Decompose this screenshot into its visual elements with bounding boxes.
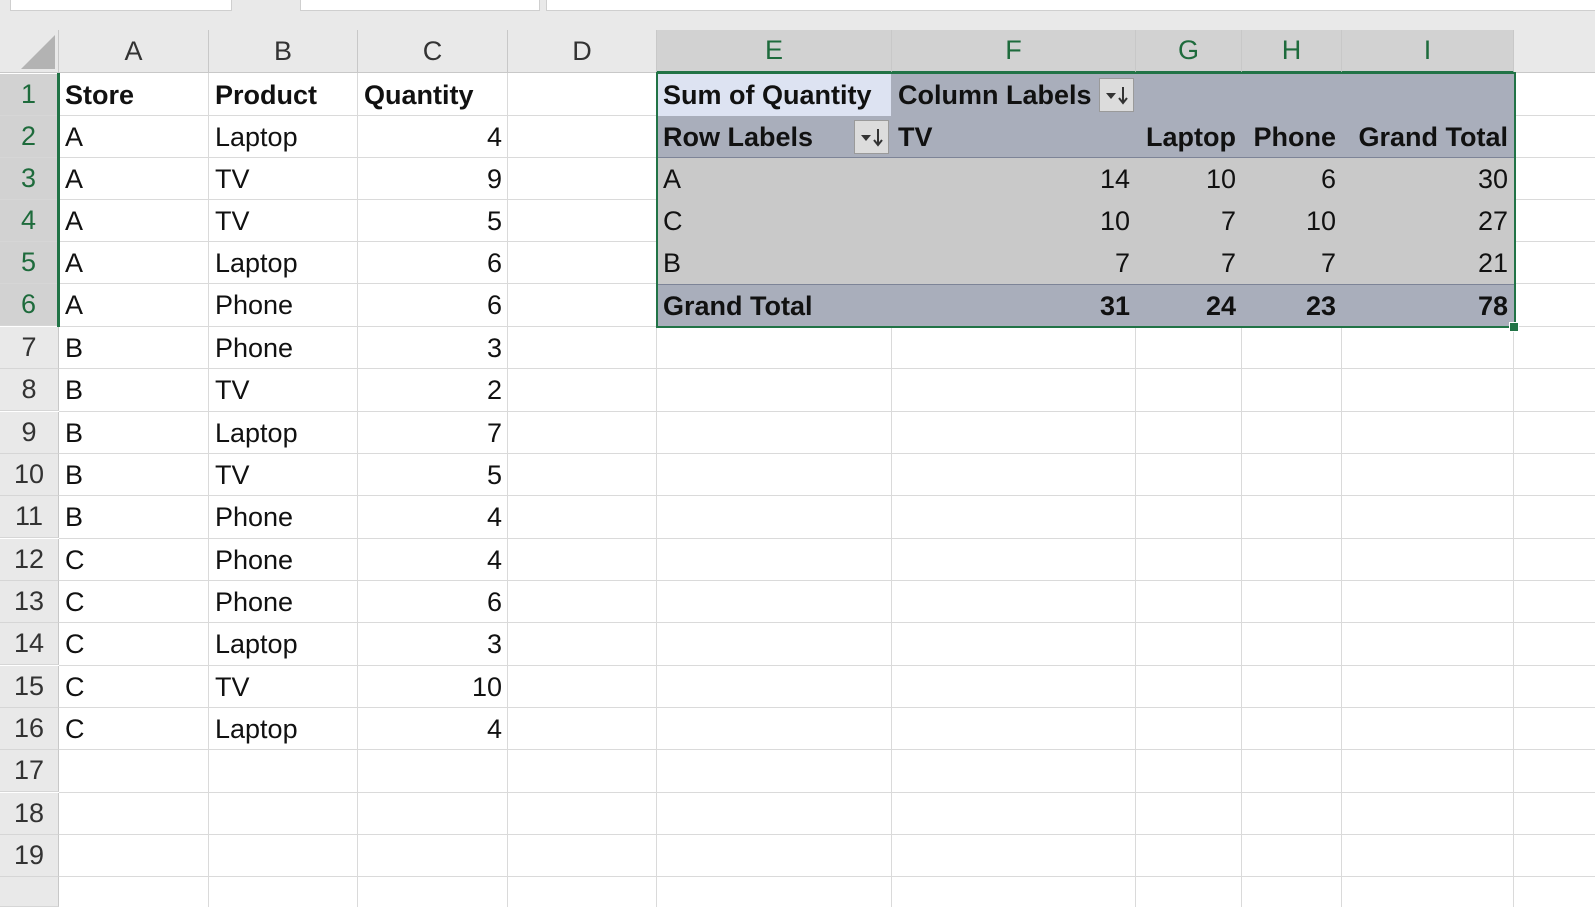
row-header-10[interactable]: 10 bbox=[0, 454, 59, 496]
cell-c4[interactable]: 5 bbox=[358, 200, 508, 242]
row-header-2[interactable]: 2 bbox=[0, 116, 59, 158]
cell-c15[interactable]: 10 bbox=[358, 666, 508, 708]
cell-c11[interactable]: 4 bbox=[358, 496, 508, 538]
cell-b3[interactable]: TV bbox=[209, 158, 358, 200]
cell-a13[interactable]: C bbox=[59, 581, 209, 623]
cell-a11[interactable]: B bbox=[59, 496, 209, 538]
cell-c1[interactable]: Quantity bbox=[358, 74, 508, 116]
cell-a9[interactable]: B bbox=[59, 412, 209, 454]
column-header-j[interactable] bbox=[1514, 30, 1595, 73]
column-header-a[interactable]: A bbox=[59, 30, 209, 73]
cell-b12[interactable]: Phone bbox=[209, 539, 358, 581]
gridline bbox=[59, 834, 1595, 835]
cell-a7[interactable]: B bbox=[59, 327, 209, 369]
cell-a5[interactable]: A bbox=[59, 242, 209, 284]
row-header-1[interactable]: 1 bbox=[0, 74, 59, 116]
column-header-b[interactable]: B bbox=[209, 30, 358, 73]
cell-b13[interactable]: Phone bbox=[209, 581, 358, 623]
row-header-16[interactable]: 16 bbox=[0, 708, 59, 750]
cell-c6[interactable]: 6 bbox=[358, 284, 508, 326]
cell-a16[interactable]: C bbox=[59, 708, 209, 750]
cell-c13[interactable]: 6 bbox=[358, 581, 508, 623]
cell-b6[interactable]: Phone bbox=[209, 284, 358, 326]
selected-rows-indicator bbox=[57, 73, 60, 327]
cell-b8[interactable]: TV bbox=[209, 369, 358, 411]
cell-b15[interactable]: TV bbox=[209, 666, 358, 708]
cell-a6[interactable]: A bbox=[59, 284, 209, 326]
row-header-15[interactable]: 15 bbox=[0, 666, 59, 708]
column-header-e[interactable]: E bbox=[657, 30, 892, 73]
formula-input[interactable] bbox=[546, 0, 1595, 11]
row-header-9[interactable]: 9 bbox=[0, 412, 59, 454]
cell-c10[interactable]: 5 bbox=[358, 454, 508, 496]
row-header-17[interactable]: 17 bbox=[0, 750, 59, 792]
cell-a3[interactable]: A bbox=[59, 158, 209, 200]
gridline bbox=[59, 876, 1595, 877]
cell-c8[interactable]: 2 bbox=[358, 369, 508, 411]
cell-a8[interactable]: B bbox=[59, 369, 209, 411]
row-header-14[interactable]: 14 bbox=[0, 623, 59, 665]
row-header-13[interactable]: 13 bbox=[0, 581, 59, 623]
cell-a4[interactable]: A bbox=[59, 200, 209, 242]
cell-c2[interactable]: 4 bbox=[358, 116, 508, 158]
row-header-20[interactable] bbox=[0, 877, 59, 907]
cell-b2[interactable]: Laptop bbox=[209, 116, 358, 158]
cell-b14[interactable]: Laptop bbox=[209, 623, 358, 665]
cell-a14[interactable]: C bbox=[59, 623, 209, 665]
cell-a12[interactable]: C bbox=[59, 539, 209, 581]
gridline bbox=[59, 792, 1595, 793]
row-header-18[interactable]: 18 bbox=[0, 793, 59, 835]
cell-a1[interactable]: Store bbox=[59, 74, 209, 116]
cell-b7[interactable]: Phone bbox=[209, 327, 358, 369]
row-header-8[interactable]: 8 bbox=[0, 369, 59, 411]
name-box[interactable] bbox=[10, 0, 232, 11]
cell-b16[interactable]: Laptop bbox=[209, 708, 358, 750]
row-header-19[interactable]: 19 bbox=[0, 835, 59, 877]
row-header-12[interactable]: 12 bbox=[0, 539, 59, 581]
cell-c12[interactable]: 4 bbox=[358, 539, 508, 581]
cell-a15[interactable]: C bbox=[59, 666, 209, 708]
cell-b1[interactable]: Product bbox=[209, 74, 358, 116]
row-header-11[interactable]: 11 bbox=[0, 496, 59, 538]
cell-a2[interactable]: A bbox=[59, 116, 209, 158]
row-header-7[interactable]: 7 bbox=[0, 327, 59, 369]
cell-c5[interactable]: 6 bbox=[358, 242, 508, 284]
column-header-d[interactable]: D bbox=[508, 30, 657, 73]
fill-handle[interactable] bbox=[1509, 322, 1519, 332]
cell-c14[interactable]: 3 bbox=[358, 623, 508, 665]
column-header-g[interactable]: G bbox=[1136, 30, 1242, 73]
cell-c7[interactable]: 3 bbox=[358, 327, 508, 369]
select-all-triangle-icon bbox=[21, 35, 55, 69]
column-header-h[interactable]: H bbox=[1242, 30, 1342, 73]
cell-c9[interactable]: 7 bbox=[358, 412, 508, 454]
column-header-c[interactable]: C bbox=[358, 30, 508, 73]
cell-c16[interactable]: 4 bbox=[358, 708, 508, 750]
cell-b5[interactable]: Laptop bbox=[209, 242, 358, 284]
cell-a10[interactable]: B bbox=[59, 454, 209, 496]
row-header-5[interactable]: 5 bbox=[0, 242, 59, 284]
row-header-6[interactable]: 6 bbox=[0, 284, 59, 326]
cell-b11[interactable]: Phone bbox=[209, 496, 358, 538]
cell-b10[interactable]: TV bbox=[209, 454, 358, 496]
cell-b9[interactable]: Laptop bbox=[209, 412, 358, 454]
select-all-button[interactable] bbox=[0, 30, 59, 73]
row-header-3[interactable]: 3 bbox=[0, 158, 59, 200]
row-header-4[interactable]: 4 bbox=[0, 200, 59, 242]
formula-buttons-area bbox=[300, 0, 540, 11]
column-header-i[interactable]: I bbox=[1342, 30, 1514, 73]
selection-outline bbox=[656, 72, 1516, 328]
cell-b4[interactable]: TV bbox=[209, 200, 358, 242]
column-header-f[interactable]: F bbox=[892, 30, 1136, 73]
cell-c3[interactable]: 9 bbox=[358, 158, 508, 200]
